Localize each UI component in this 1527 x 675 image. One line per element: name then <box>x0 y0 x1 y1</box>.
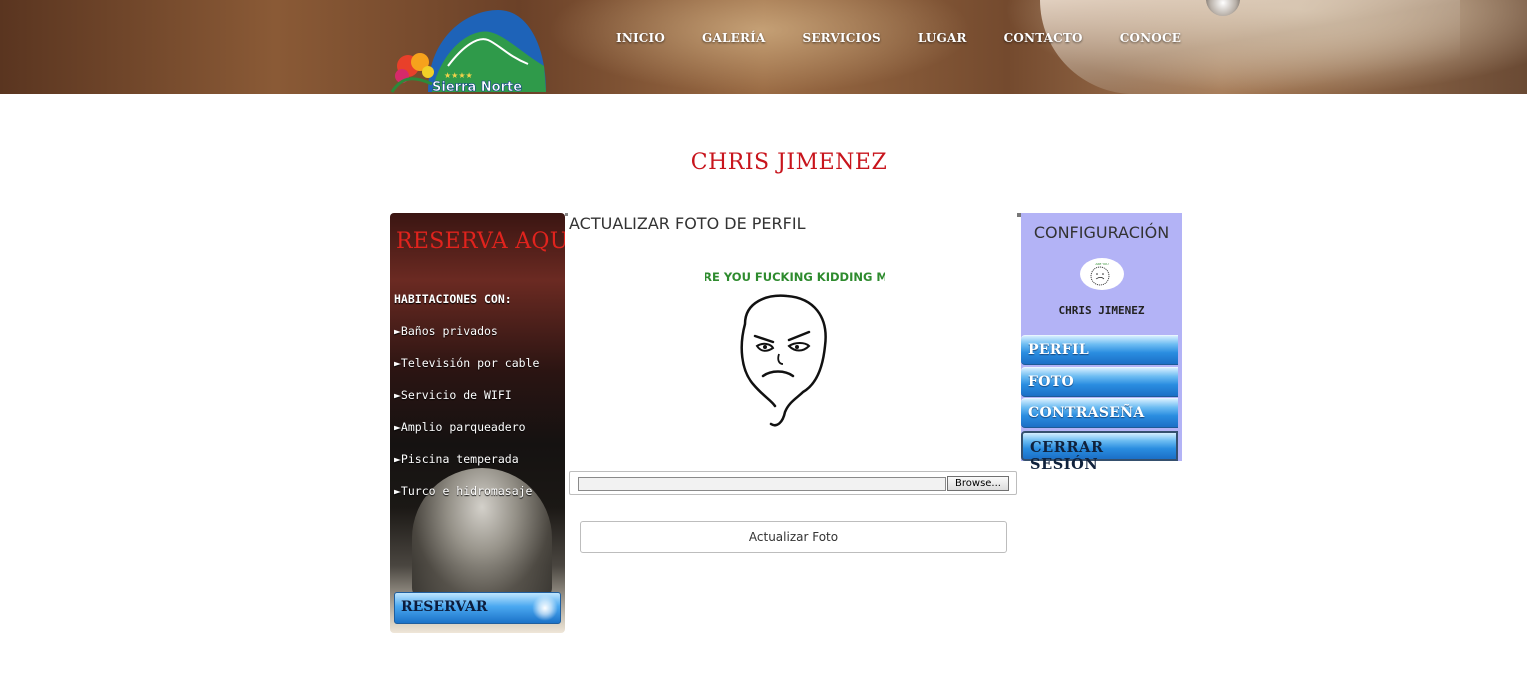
header-background-decoration <box>1040 0 1460 94</box>
page-title: CHRIS JIMENEZ <box>690 150 888 175</box>
nav-conoce[interactable]: CONOCE <box>1120 31 1181 45</box>
nav-servicios[interactable]: SERVICIOS <box>802 31 880 45</box>
reserve-button-label: RESERVAR <box>401 599 488 615</box>
settings-title: CONFIGURACIÓN <box>1033 223 1170 242</box>
nav-lugar[interactable]: LUGAR <box>918 31 967 45</box>
panel-corner <box>565 213 568 216</box>
section-title: ACTUALIZAR FOTO DE PERFIL <box>569 214 806 233</box>
site-header: ★★★★ Sierra Norte INICIO GALERÍA SERVICI… <box>0 0 1527 94</box>
logout-button[interactable]: CERRAR SESIÓN <box>1021 431 1178 473</box>
reservation-promo: RESERVA AQUÍ HABITACIONES CON: ►Baños pr… <box>390 213 565 633</box>
svg-text:Sierra Norte: Sierra Norte <box>432 80 522 94</box>
amenity-item: ►Turco e hidromasaje <box>394 484 533 498</box>
nav-inicio[interactable]: INICIO <box>616 31 665 45</box>
amenity-item: ►Televisión por cable <box>394 356 540 370</box>
svg-text:★★★★: ★★★★ <box>444 71 473 80</box>
browse-button[interactable]: Browse... <box>947 476 1009 491</box>
avatar: ARE YOU <box>1080 258 1124 290</box>
amenity-item: ►Servicio de WIFI <box>394 388 512 402</box>
main-nav: INICIO GALERÍA SERVICIOS LUGAR CONTACTO … <box>616 31 1218 45</box>
svg-text:ARE YOU FUCKING KIDDING ME: ARE YOU FUCKING KIDDING ME <box>705 270 885 284</box>
settings-sidebar: CONFIGURACIÓN ARE YOU CHRIS JIMENEZ PERF… <box>1017 213 1182 473</box>
file-upload-field[interactable]: Browse... <box>569 471 1017 495</box>
amenities-heading: HABITACIONES CON: <box>394 292 512 306</box>
nav-contacto[interactable]: CONTACTO <box>1004 31 1083 45</box>
svg-text:ARE YOU: ARE YOU <box>1095 262 1108 266</box>
profile-button[interactable]: PERFIL <box>1021 335 1178 365</box>
photo-update-panel: ACTUALIZAR FOTO DE PERFIL ARE YOU FUCKIN… <box>565 213 1019 633</box>
avatar-image: ARE YOU <box>1090 262 1110 286</box>
current-profile-photo: ARE YOU FUCKING KIDDING ME <box>705 270 885 427</box>
amenity-item: ►Piscina temperada <box>394 452 519 466</box>
amenity-item: ►Baños privados <box>394 324 498 338</box>
amenities-list: HABITACIONES CON: ►Baños privados ►Telev… <box>394 291 564 515</box>
nav-galeria[interactable]: GALERÍA <box>702 31 765 45</box>
update-photo-button[interactable]: Actualizar Foto <box>580 521 1007 553</box>
user-name: CHRIS JIMENEZ <box>1058 304 1145 317</box>
photo-button[interactable]: FOTO <box>1021 367 1178 397</box>
hotel-logo[interactable]: ★★★★ Sierra Norte <box>388 6 548 94</box>
amenity-item: ►Amplio parqueadero <box>394 420 526 434</box>
file-path-input[interactable] <box>578 477 946 491</box>
password-button[interactable]: CONTRASEÑA <box>1021 398 1178 428</box>
promo-title: RESERVA AQUÍ <box>396 229 565 254</box>
sparkle-icon <box>532 595 558 621</box>
reserve-button[interactable]: RESERVAR <box>394 592 561 624</box>
